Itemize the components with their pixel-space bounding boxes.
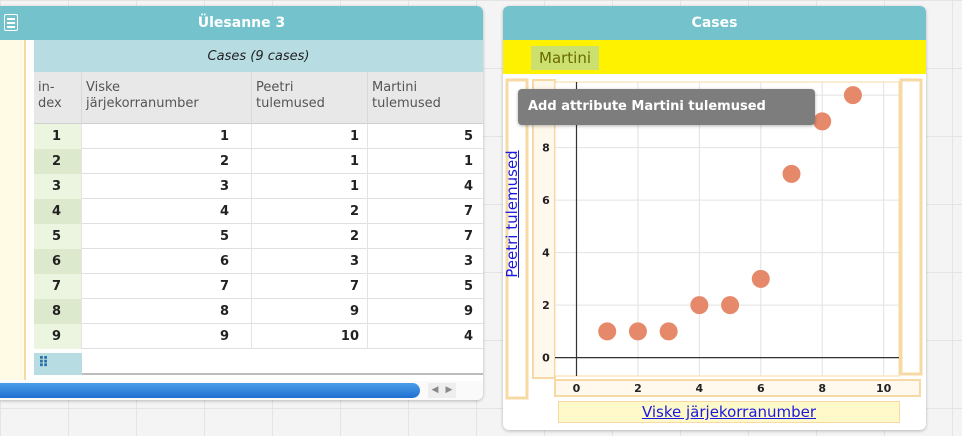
data-point[interactable] — [721, 296, 740, 315]
x-tick-label: 8 — [818, 382, 826, 395]
table-icon[interactable] — [4, 14, 18, 31]
right-axis-drop-zone — [899, 78, 923, 376]
column-header-peetri[interactable]: Peetri tulemused — [252, 72, 368, 124]
column-header-index-label: in-dex — [38, 80, 62, 111]
index-cell[interactable]: 9 — [34, 324, 82, 349]
scrollbar-thumb[interactable] — [0, 383, 420, 398]
table-row[interactable]: 6 6 3 3 — [34, 249, 483, 274]
peetri-cell[interactable]: 1 — [252, 174, 368, 199]
martini-cell[interactable]: 4 — [368, 174, 483, 199]
viske-cell[interactable]: 2 — [82, 149, 252, 174]
viske-cell[interactable]: 4 — [82, 199, 252, 224]
index-cell[interactable]: 7 — [34, 274, 82, 299]
peetri-cell[interactable]: 10 — [252, 324, 368, 349]
index-cell[interactable]: 6 — [34, 249, 82, 274]
martini-cell[interactable]: 5 — [368, 124, 483, 149]
x-tick-label: 0 — [573, 382, 581, 395]
table-row[interactable]: 9 9 10 4 — [34, 324, 483, 349]
viske-cell[interactable]: 5 — [82, 224, 252, 249]
martini-cell[interactable]: 3 — [368, 249, 483, 274]
data-point[interactable] — [659, 322, 678, 341]
new-case-row[interactable]: ⠿ — [34, 353, 483, 375]
column-header-index[interactable]: in-dex — [34, 72, 82, 124]
peetri-cell[interactable]: 1 — [252, 149, 368, 174]
peetri-cell[interactable]: 1 — [252, 124, 368, 149]
table-titlebar[interactable]: Ülesanne 3 — [0, 6, 483, 40]
martini-cell[interactable]: 4 — [368, 324, 483, 349]
table-title: Ülesanne 3 — [197, 15, 286, 31]
table-row[interactable]: 2 2 1 1 — [34, 149, 483, 174]
data-point[interactable] — [751, 269, 770, 288]
data-point[interactable] — [628, 322, 647, 341]
viske-cell[interactable]: 7 — [82, 274, 252, 299]
index-cell[interactable]: 8 — [34, 299, 82, 324]
collection-drop-edge — [0, 40, 26, 380]
martini-cell[interactable]: 7 — [368, 224, 483, 249]
y-tick-label: 6 — [542, 194, 550, 207]
column-header-viske-label: Viske järjekorranumber — [86, 80, 199, 111]
data-point[interactable] — [782, 164, 801, 183]
martini-cell[interactable]: 1 — [368, 149, 483, 174]
table-row[interactable]: 4 4 2 7 — [34, 199, 483, 224]
x-tick-label: 10 — [876, 382, 892, 395]
y-tick-label: 8 — [542, 142, 550, 155]
x-axis-band — [554, 379, 921, 397]
scatter-plot[interactable]: 02468100246810 — [503, 6, 926, 430]
viske-cell[interactable]: 9 — [82, 324, 252, 349]
index-cell[interactable]: 2 — [34, 149, 82, 174]
x-tick-label: 2 — [634, 382, 642, 395]
index-cell[interactable]: 3 — [34, 174, 82, 199]
column-header-martini-label: Martini tulemused — [372, 80, 441, 111]
scroll-left-icon[interactable]: ◀ — [428, 383, 442, 398]
peetri-cell[interactable]: 3 — [252, 249, 368, 274]
column-header-peetri-label: Peetri tulemused — [256, 80, 325, 111]
martini-cell[interactable]: 7 — [368, 199, 483, 224]
case-table-panel: Ülesanne 3 Cases (9 cases) in-dex Viske j… — [0, 6, 483, 400]
scroll-right-icon[interactable]: ▶ — [442, 383, 456, 398]
viske-cell[interactable]: 1 — [82, 124, 252, 149]
y-tick-label: 2 — [542, 299, 550, 312]
index-cell[interactable]: 5 — [34, 224, 82, 249]
x-axis-label[interactable]: Viske järjekorranumber — [558, 401, 900, 423]
data-point[interactable] — [843, 86, 862, 105]
peetri-cell[interactable]: 9 — [252, 299, 368, 324]
martini-cell[interactable]: 9 — [368, 299, 483, 324]
x-tick-label: 4 — [696, 382, 704, 395]
drag-handle-icon[interactable]: ⠿ — [34, 353, 82, 375]
data-point[interactable] — [813, 112, 832, 131]
column-header-viske[interactable]: Viske järjekorranumber — [82, 72, 252, 124]
martini-cell[interactable]: 5 — [368, 274, 483, 299]
cases-header: Cases (9 cases) — [34, 40, 483, 72]
index-cell[interactable]: 1 — [34, 124, 82, 149]
peetri-cell[interactable]: 7 — [252, 274, 368, 299]
data-point[interactable] — [598, 322, 617, 341]
data-point[interactable] — [690, 296, 709, 315]
horizontal-scrollbar[interactable]: ◀ ▶ — [0, 381, 483, 400]
x-tick-label: 6 — [757, 382, 765, 395]
y-tick-label: 4 — [542, 247, 550, 260]
peetri-cell[interactable]: 2 — [252, 199, 368, 224]
table-row[interactable]: 3 3 1 4 — [34, 174, 483, 199]
table-row[interactable]: 8 8 9 9 — [34, 299, 483, 324]
index-cell[interactable]: 4 — [34, 199, 82, 224]
table-row[interactable]: 7 7 7 5 — [34, 274, 483, 299]
table-row[interactable]: 5 5 2 7 — [34, 224, 483, 249]
y-tick-label: 0 — [542, 352, 550, 365]
table-row[interactable]: 1 1 1 5 — [34, 124, 483, 149]
viske-cell[interactable]: 6 — [82, 249, 252, 274]
viske-cell[interactable]: 3 — [82, 174, 252, 199]
drop-tooltip: Add attribute Martini tulemused — [518, 89, 815, 125]
column-header-row: in-dex Viske järjekorranumber Peetri tulem… — [34, 72, 483, 124]
y-axis-label[interactable]: Peetri tulemused — [503, 84, 525, 344]
column-header-martini[interactable]: Martini tulemused — [368, 72, 483, 124]
peetri-cell[interactable]: 2 — [252, 224, 368, 249]
viske-cell[interactable]: 8 — [82, 299, 252, 324]
